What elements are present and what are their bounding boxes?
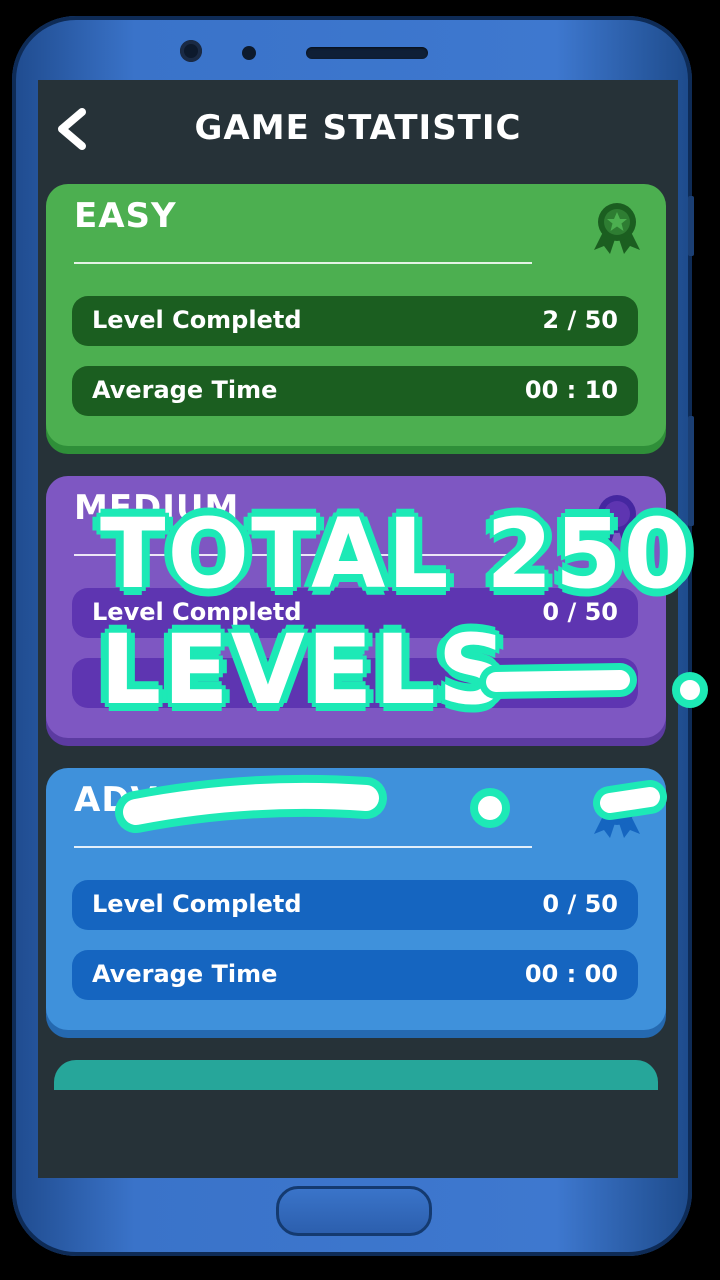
scribble-dot [470,788,510,828]
scribble-stroke [486,670,630,692]
overlay-scribbles [115,663,708,833]
scribble-stroke [600,787,660,813]
scribble-dot [672,672,708,708]
